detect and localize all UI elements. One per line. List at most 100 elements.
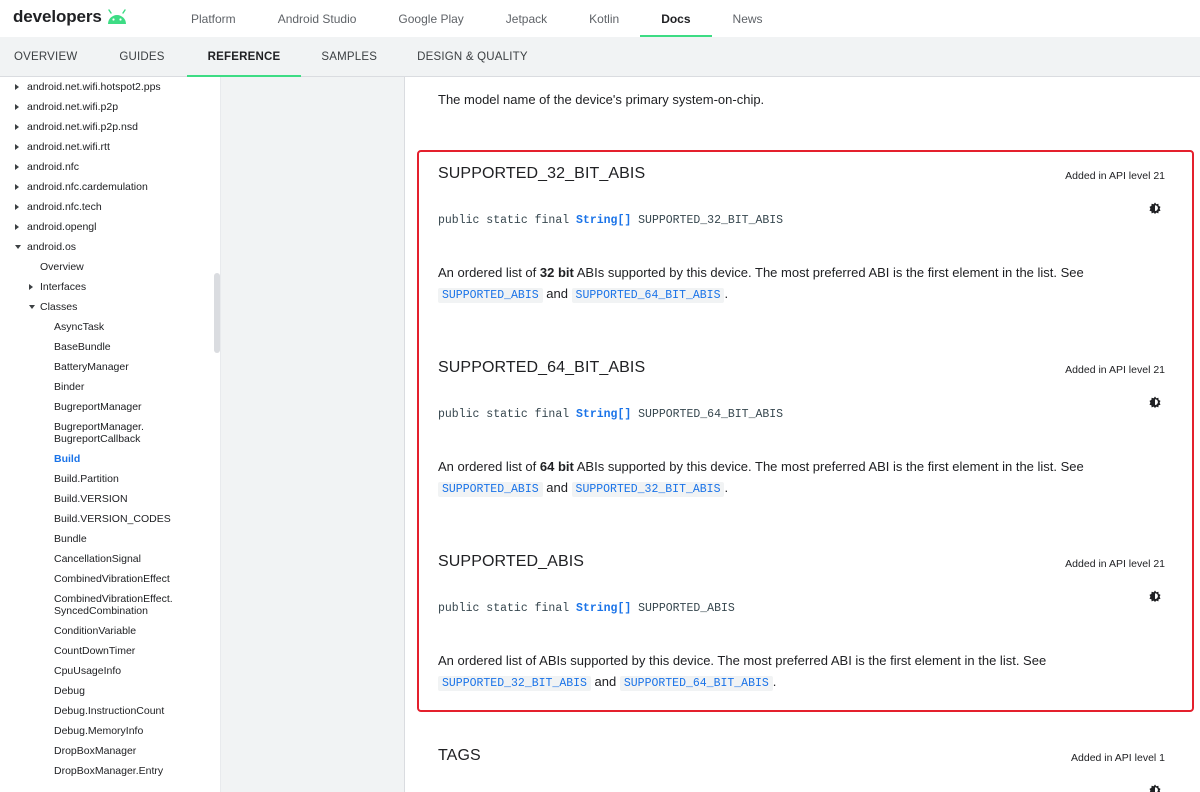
sidebar-item[interactable]: BatteryManager: [0, 357, 220, 377]
sidebar-item[interactable]: android.net.wifi.rtt: [0, 137, 220, 157]
content-gutter: [221, 77, 405, 792]
sidebar-item[interactable]: CountDownTimer: [0, 641, 220, 661]
top-header: developers Platform Android Studio Googl…: [0, 0, 1200, 37]
sidebar-item[interactable]: Build.Partition: [0, 469, 220, 489]
sidebar-item-label: CancellationSignal: [54, 553, 141, 565]
android-logo-icon: [107, 9, 126, 24]
sidebar-item[interactable]: Debug: [0, 681, 220, 701]
api-level-label[interactable]: Added in API level 21: [1065, 364, 1165, 376]
sidebar-item[interactable]: BaseBundle: [0, 337, 220, 357]
sidebar-item[interactable]: android.os: [0, 237, 220, 257]
caret-right-icon[interactable]: [15, 104, 19, 110]
sidebar-item[interactable]: Classes: [0, 297, 220, 317]
sidebar-item[interactable]: Overview: [0, 257, 220, 277]
link-supported-64-bit-abis[interactable]: SUPPORTED_64_BIT_ABIS: [619, 676, 773, 691]
sidebar-item[interactable]: BugreportManager: [0, 397, 220, 417]
tab-design-quality[interactable]: DESIGN & QUALITY: [397, 37, 548, 76]
top-nav-news[interactable]: News: [712, 0, 784, 37]
sidebar-item[interactable]: android.nfc: [0, 157, 220, 177]
sig-type-link[interactable]: String[]: [576, 602, 631, 615]
sidebar-item[interactable]: CombinedVibrationEffect: [0, 569, 220, 589]
sidebar-item[interactable]: android.nfc.cardemulation: [0, 177, 220, 197]
sidebar-item[interactable]: Build.VERSION: [0, 489, 220, 509]
top-nav-google-play[interactable]: Google Play: [377, 0, 484, 37]
sidebar-item-label: Build.VERSION: [54, 493, 128, 505]
sig-type-link[interactable]: String[]: [576, 408, 631, 421]
sidebar-item[interactable]: android.net.wifi.hotspot2.pps: [0, 77, 220, 97]
sig-type-link[interactable]: String[]: [576, 214, 631, 227]
caret-right-icon[interactable]: [15, 84, 19, 90]
link-supported-32-bit-abis[interactable]: SUPPORTED_32_BIT_ABIS: [571, 482, 725, 497]
sidebar-item[interactable]: android.net.wifi.p2p.nsd: [0, 117, 220, 137]
desc-bold: 64 bit: [539, 459, 574, 474]
theme-toggle-icon[interactable]: [1149, 784, 1161, 792]
sidebar-item[interactable]: Interfaces: [0, 277, 220, 297]
caret-right-icon[interactable]: [15, 144, 19, 150]
tab-guides[interactable]: GUIDES: [97, 37, 186, 76]
api-level-label[interactable]: Added in API level 21: [1065, 170, 1165, 182]
sidebar-item-label: BatteryManager: [54, 361, 129, 373]
member-supported-32-bit-abis: SUPPORTED_32_BIT_ABIS Added in API level…: [438, 165, 1165, 305]
sidebar-item-label: AsyncTask: [54, 321, 105, 333]
top-nav-platform[interactable]: Platform: [170, 0, 257, 37]
caret-right-icon[interactable]: [15, 224, 19, 230]
link-supported-64-bit-abis[interactable]: SUPPORTED_64_BIT_ABIS: [571, 288, 725, 303]
tab-overview[interactable]: OVERVIEW: [0, 37, 97, 76]
sidebar-item[interactable]: android.nfc.tech: [0, 197, 220, 217]
link-supported-abis[interactable]: SUPPORTED_ABIS: [438, 288, 543, 303]
caret-right-icon[interactable]: [29, 284, 33, 290]
member-description: An ordered list of 32 bit ABIs supported…: [438, 262, 1138, 306]
sidebar-item[interactable]: Debug.InstructionCount: [0, 701, 220, 721]
sidebar-item[interactable]: CancellationSignal: [0, 549, 220, 569]
caret-right-icon[interactable]: [15, 184, 19, 190]
member-title: SUPPORTED_ABIS: [438, 553, 585, 570]
caret-down-icon[interactable]: [29, 305, 35, 309]
top-nav-android-studio[interactable]: Android Studio: [257, 0, 378, 37]
member-supported-64-bit-abis: SUPPORTED_64_BIT_ABIS Added in API level…: [438, 359, 1165, 499]
sidebar-item[interactable]: CombinedVibrationEffect. SyncedCombinatio…: [0, 589, 220, 621]
theme-toggle-icon[interactable]: [1149, 590, 1161, 602]
sidebar-item[interactable]: CpuUsageInfo: [0, 661, 220, 681]
api-level-label[interactable]: Added in API level 21: [1065, 558, 1165, 570]
sidebar-item[interactable]: ConditionVariable: [0, 621, 220, 641]
caret-down-icon[interactable]: [15, 245, 21, 249]
desc-text: An ordered list of: [438, 265, 540, 280]
sidebar-item-label: CombinedVibrationEffect.: [54, 593, 173, 605]
top-nav-docs[interactable]: Docs: [640, 0, 712, 37]
api-level-label[interactable]: Added in API level 1: [1071, 752, 1165, 764]
caret-right-icon[interactable]: [15, 204, 19, 210]
sidebar-item[interactable]: Debug.MemoryInfo: [0, 721, 220, 741]
sig-name: SUPPORTED_64_BIT_ABIS: [631, 408, 784, 421]
sidebar-scrollbar[interactable]: [214, 273, 220, 353]
main-content: The model name of the device's primary s…: [405, 77, 1200, 792]
top-nav-jetpack[interactable]: Jetpack: [485, 0, 568, 37]
sidebar-item[interactable]: BugreportManager. BugreportCallback: [0, 417, 220, 449]
sidebar-item[interactable]: Binder: [0, 377, 220, 397]
tab-reference[interactable]: REFERENCE: [186, 37, 302, 77]
member-title: SUPPORTED_64_BIT_ABIS: [438, 359, 646, 376]
link-supported-32-bit-abis[interactable]: SUPPORTED_32_BIT_ABIS: [438, 676, 591, 691]
tab-samples[interactable]: SAMPLES: [301, 37, 397, 76]
sidebar-item-label: Debug.MemoryInfo: [54, 725, 144, 737]
sidebar-item[interactable]: android.net.wifi.p2p: [0, 97, 220, 117]
sidebar-item-label: android.opengl: [27, 221, 97, 233]
theme-toggle-icon[interactable]: [1149, 202, 1161, 214]
sidebar-item-label: CountDownTimer: [54, 645, 136, 657]
sidebar-item[interactable]: Build.VERSION_CODES: [0, 509, 220, 529]
sidebar-item[interactable]: Bundle: [0, 529, 220, 549]
sidebar-item[interactable]: DropBoxManager: [0, 741, 220, 761]
sidebar-item-label: android.net.wifi.hotspot2.pps: [27, 81, 161, 93]
theme-toggle-icon[interactable]: [1149, 396, 1161, 408]
caret-right-icon[interactable]: [15, 124, 19, 130]
sidebar-item-label: Build.VERSION_CODES: [54, 513, 171, 525]
logo-text: developers: [13, 7, 102, 26]
top-nav-kotlin[interactable]: Kotlin: [568, 0, 640, 37]
caret-right-icon[interactable]: [15, 164, 19, 170]
sidebar-item[interactable]: DropBoxManager.Entry: [0, 761, 220, 781]
developers-logo[interactable]: developers: [13, 6, 129, 28]
sidebar-item[interactable]: AsyncTask: [0, 317, 220, 337]
sidebar-item-label: BugreportCallback: [54, 433, 141, 445]
sidebar-item[interactable]: Build: [0, 449, 220, 469]
link-supported-abis[interactable]: SUPPORTED_ABIS: [438, 482, 543, 497]
sidebar-item[interactable]: android.opengl: [0, 217, 220, 237]
